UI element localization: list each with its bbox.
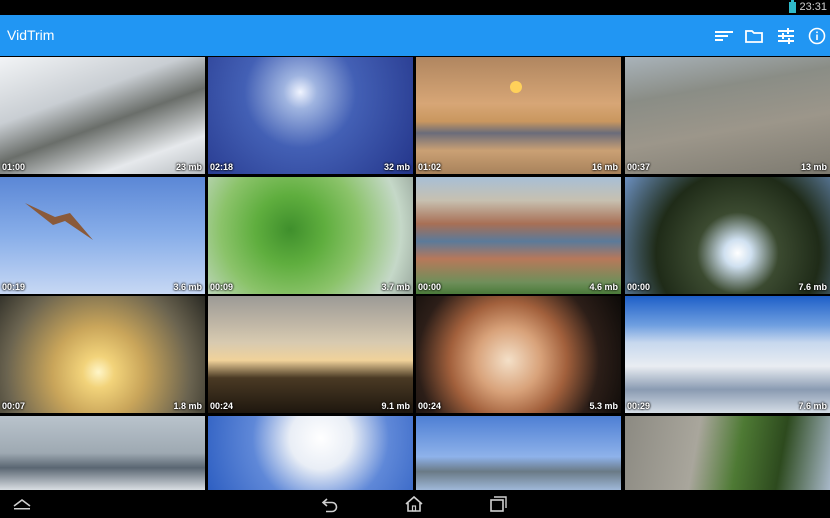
status-bar: 23:31 <box>0 0 830 15</box>
video-duration: 00:00 <box>627 282 651 292</box>
status-clock: 23:31 <box>799 1 827 13</box>
video-thumbnail[interactable]: 00:37 13 mb <box>625 57 830 174</box>
collapse-icon <box>13 499 31 510</box>
video-size: 16 mb <box>591 162 618 172</box>
app-bar: VidTrim <box>0 15 830 56</box>
video-size: 1.8 mb <box>173 401 202 411</box>
video-size: 4.6 mb <box>589 282 618 292</box>
video-duration: 01:02 <box>418 162 442 172</box>
video-thumbnail[interactable] <box>208 416 413 490</box>
video-duration: 00:24 <box>418 401 442 411</box>
video-thumbnail[interactable]: 00:07 1.8 mb <box>0 296 205 413</box>
video-duration: 00:00 <box>418 282 442 292</box>
info-icon <box>808 27 826 45</box>
video-thumbnail[interactable]: 00:19 3.6 mb <box>0 177 205 294</box>
app-title: VidTrim <box>7 27 55 43</box>
video-thumbnail[interactable]: 00:09 3.7 mb <box>208 177 413 294</box>
home-button[interactable] <box>404 495 424 513</box>
sort-icon <box>715 31 733 41</box>
video-duration: 00:29 <box>627 401 651 411</box>
sort-button[interactable] <box>713 25 735 47</box>
back-icon <box>321 498 338 513</box>
video-thumbnail[interactable] <box>625 416 830 490</box>
video-size: 13 mb <box>800 162 827 172</box>
video-thumbnail[interactable]: 00:24 9.1 mb <box>208 296 413 413</box>
back-button[interactable] <box>320 495 340 513</box>
video-thumbnail[interactable]: 01:02 16 mb <box>416 57 621 174</box>
battery-icon <box>789 0 796 13</box>
bird-decoration <box>25 203 93 240</box>
video-size: 5.3 mb <box>589 401 618 411</box>
collapse-button[interactable] <box>12 495 32 513</box>
video-size: 32 mb <box>383 162 410 172</box>
video-thumbnail[interactable]: 01:00 23 mb <box>0 57 205 174</box>
video-size: 7.6 mb <box>798 401 827 411</box>
video-thumbnail[interactable] <box>416 416 621 490</box>
home-icon <box>405 495 423 512</box>
system-nav-bar <box>0 490 830 518</box>
video-size: 23 mb <box>175 162 202 172</box>
video-thumbnail[interactable]: 00:24 5.3 mb <box>416 296 621 413</box>
video-thumbnail[interactable]: 00:29 7.6 mb <box>625 296 830 413</box>
video-thumbnail[interactable]: 00:00 7.6 mb <box>625 177 830 294</box>
video-grid: 01:00 23 mb 02:18 32 mb 01:02 16 mb 00:3… <box>0 57 830 490</box>
folder-icon <box>745 30 763 43</box>
video-duration: 01:00 <box>2 162 26 172</box>
video-duration: 00:07 <box>2 401 26 411</box>
video-duration: 00:19 <box>2 282 26 292</box>
video-thumbnail[interactable] <box>0 416 205 490</box>
video-thumbnail[interactable]: 00:00 4.6 mb <box>416 177 621 294</box>
video-size: 9.1 mb <box>381 401 410 411</box>
filter-settings-button[interactable] <box>775 25 797 47</box>
sun-decoration <box>510 81 522 93</box>
video-size: 3.7 mb <box>381 282 410 292</box>
recent-apps-icon <box>490 496 507 512</box>
video-duration: 02:18 <box>210 162 234 172</box>
folder-button[interactable] <box>743 25 765 47</box>
video-duration: 00:09 <box>210 282 234 292</box>
video-size: 3.6 mb <box>173 282 202 292</box>
recent-apps-button[interactable] <box>488 495 508 513</box>
video-duration: 00:37 <box>627 162 651 172</box>
video-thumbnail[interactable]: 02:18 32 mb <box>208 57 413 174</box>
video-size: 7.6 mb <box>798 282 827 292</box>
video-duration: 00:24 <box>210 401 234 411</box>
info-button[interactable] <box>806 25 828 47</box>
filter-settings-icon <box>778 28 794 44</box>
